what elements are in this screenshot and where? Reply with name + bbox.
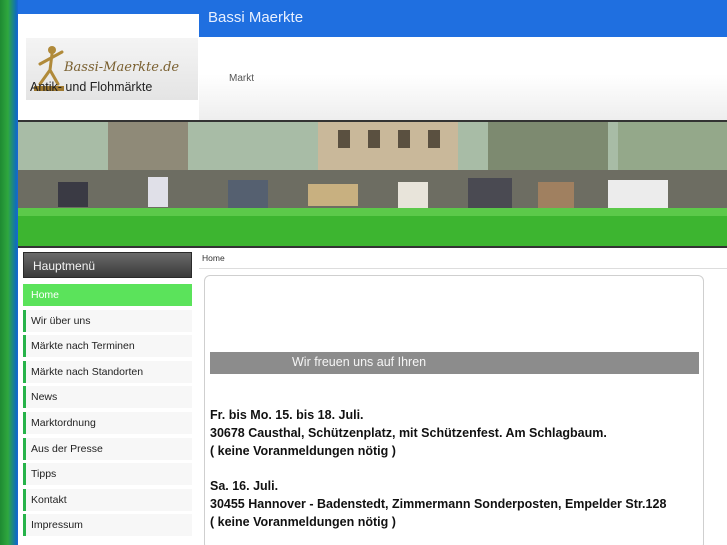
- main-menu: Hauptmenü Home Wir über uns Märkte nach …: [23, 252, 193, 545]
- main-menu-title: Hauptmenü: [23, 252, 192, 278]
- site-title: Bassi Maerkte: [208, 9, 304, 26]
- site-header: Bassi Maerkte Bassi-Maerkte.de Antik- un…: [18, 0, 727, 120]
- banner-image: [18, 120, 727, 248]
- site-logo[interactable]: Bassi-Maerkte.de Antik- und Flohmärkte: [26, 38, 198, 100]
- main-content: Home Wir freuen uns auf Ihren Fr. bis Mo…: [199, 250, 727, 545]
- menu-item-wir-ueber-uns[interactable]: Wir über uns: [23, 309, 192, 332]
- logo-subtitle: Antik- und Flohmärkte: [30, 80, 153, 94]
- menu-item-marktordnung[interactable]: Marktordnung: [23, 411, 192, 434]
- menu-item-news[interactable]: News: [23, 386, 192, 409]
- menu-item-maerkte-nach-terminen[interactable]: Märkte nach Terminen: [23, 335, 192, 358]
- menu-item-maerkte-nach-standorten[interactable]: Märkte nach Standorten: [23, 360, 192, 383]
- event-note: ( keine Voranmeldungen nötig ): [210, 515, 396, 529]
- event-location: 30678 Causthal, Schützenplatz, mit Schüt…: [210, 426, 607, 440]
- flea-market-photo: [18, 122, 727, 246]
- event-date: Sa. 16. Juli.: [210, 479, 279, 493]
- breadcrumb: Home: [199, 250, 727, 269]
- event-note: ( keine Voranmeldungen nötig ): [210, 444, 396, 458]
- event-location: 30455 Hannover - Badenstedt, Zimmermann …: [210, 497, 667, 511]
- event-item: Sa. 16. Juli. 30455 Hannover - Badensted…: [210, 477, 700, 531]
- logo-script-text: Bassi-Maerkte.de: [64, 60, 180, 75]
- menu-item-aus-der-presse[interactable]: Aus der Presse: [23, 437, 192, 460]
- menu-item-tipps[interactable]: Tipps: [23, 463, 192, 486]
- event-date: Fr. bis Mo. 15. bis 18. Juli.: [210, 408, 364, 422]
- nav-link-markt[interactable]: Markt: [229, 73, 254, 84]
- menu-item-impressum[interactable]: Impressum: [23, 514, 192, 537]
- menu-item-home[interactable]: Home: [23, 284, 192, 306]
- header-top-strip: [18, 0, 199, 14]
- welcome-bar: Wir freuen uns auf Ihren: [210, 352, 699, 374]
- header-nav-strip: [199, 37, 727, 120]
- page: Bassi Maerkte Bassi-Maerkte.de Antik- un…: [18, 0, 727, 545]
- main-menu-list: Home Wir über uns Märkte nach Terminen M…: [23, 284, 193, 537]
- menu-item-kontakt[interactable]: Kontakt: [23, 488, 192, 511]
- content-box: Wir freuen uns auf Ihren Fr. bis Mo. 15.…: [204, 275, 704, 545]
- breadcrumb-home[interactable]: Home: [202, 253, 225, 263]
- event-item: Fr. bis Mo. 15. bis 18. Juli. 30678 Caus…: [210, 406, 700, 460]
